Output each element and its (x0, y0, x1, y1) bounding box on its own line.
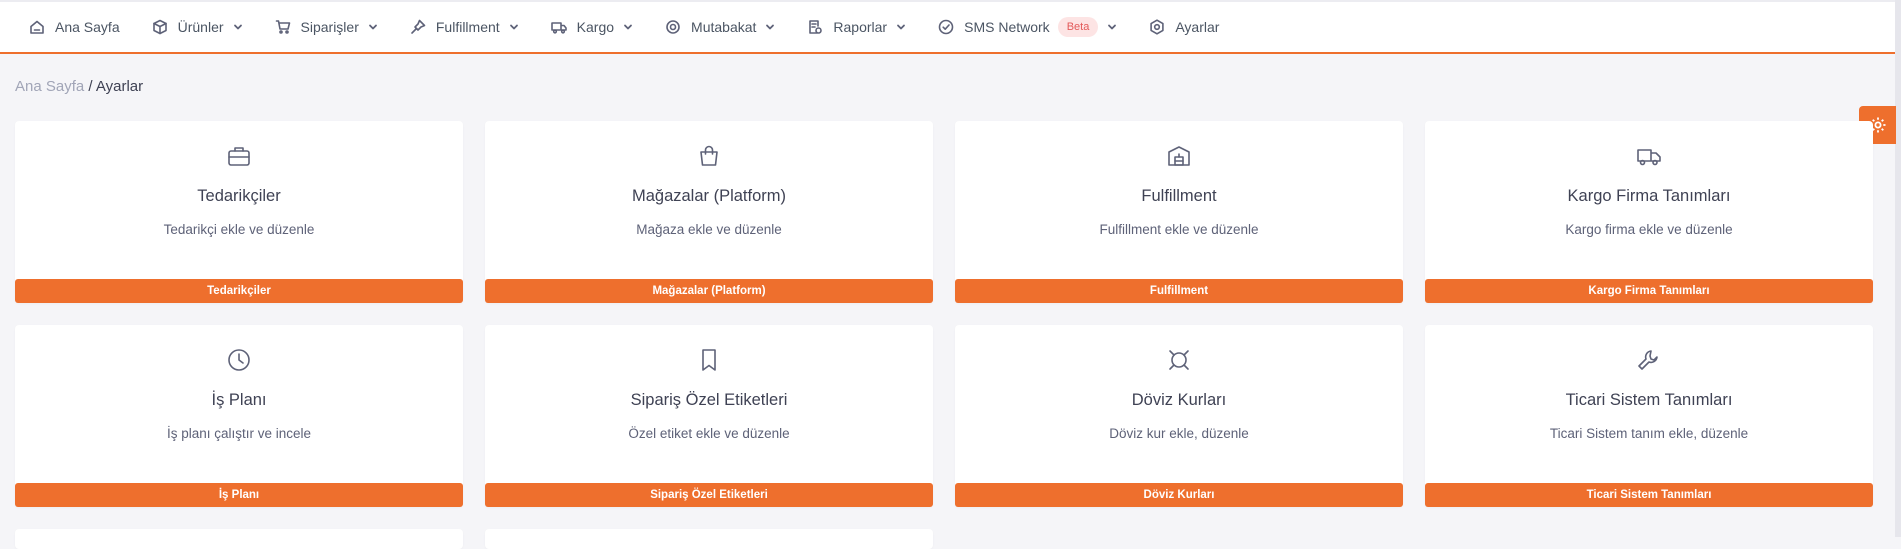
nav-reconciliation-label: Mutabakat (691, 19, 757, 35)
settings-icon (1150, 19, 1165, 35)
nav-reconciliation[interactable]: Mutabakat (665, 2, 775, 52)
card-icon-wrap (226, 143, 252, 169)
card-work-plan: İş Planı İş planı çalıştır ve incele İş … (15, 325, 463, 507)
card-partial (15, 529, 463, 549)
currency-icon (1169, 350, 1189, 370)
target-icon (666, 20, 680, 34)
card-icon-wrap (696, 143, 722, 169)
truck-icon (1637, 149, 1661, 166)
home-icon (30, 20, 44, 34)
stores-button[interactable]: Mağazalar (Platform) (485, 279, 933, 303)
chevron-down-icon (233, 24, 242, 30)
nav-reports-label: Raporlar (833, 19, 888, 35)
card-icon-wrap (1166, 347, 1192, 373)
card-title: Döviz Kurları (1131, 391, 1227, 409)
nav-sms-network-label: SMS Network (964, 19, 1050, 35)
breadcrumb-current: Ayarlar (95, 78, 144, 95)
suppliers-button[interactable]: Tedarikçiler (15, 279, 463, 303)
top-navigation: Ana Sayfa Ürünler Siparişler Fulfillment… (0, 0, 1895, 54)
nav-orders-label: Siparişler (300, 19, 359, 35)
nav-products-label: Ürünler (177, 19, 224, 35)
cargo-companies-button[interactable]: Kargo Firma Tanımları (1425, 279, 1873, 303)
card-description: İş planı çalıştır ve incele (166, 426, 312, 441)
card-order-labels: Sipariş Özel Etiketleri Özel etiket ekle… (485, 325, 933, 507)
card-description: Fulfillment ekle ve düzenle (1099, 222, 1259, 237)
check-circle-icon (938, 19, 954, 35)
cart-icon (275, 20, 290, 34)
settings-card-grid: Tedarikçiler Tedarikçi ekle ve düzenle T… (15, 121, 1873, 549)
card-title: Ticari Sistem Tanımları (1565, 391, 1733, 409)
card-description: Tedarikçi ekle ve düzenle (163, 222, 315, 237)
nav-cargo-label: Kargo (576, 19, 615, 35)
breadcrumb: Ana Sayfa / Ayarlar (15, 78, 143, 95)
fulfillment-button[interactable]: Fulfillment (955, 279, 1403, 303)
card-stores: Mağazalar (Platform) Mağaza ekle ve düze… (485, 121, 933, 303)
card-icon-wrap (226, 347, 252, 373)
commercial-systems-button[interactable]: Ticari Sistem Tanımları (1425, 483, 1873, 507)
card-description: Mağaza ekle ve düzenle (636, 222, 782, 237)
order-labels-button[interactable]: Sipariş Özel Etiketleri (485, 483, 933, 507)
nav-orders[interactable]: Siparişler (275, 2, 378, 52)
briefcase-icon (228, 147, 250, 166)
breadcrumb-home[interactable]: Ana Sayfa (15, 78, 84, 95)
wrench-icon (1638, 350, 1658, 370)
nav-home[interactable]: Ana Sayfa (29, 2, 120, 52)
exchange-rates-button[interactable]: Döviz Kurları (955, 483, 1403, 507)
truck-icon (550, 22, 567, 34)
card-fulfillment: Fulfillment Fulfillment ekle ve düzenle … (955, 121, 1403, 303)
nav-fulfillment-label: Fulfillment (435, 19, 500, 35)
nav-cargo[interactable]: Kargo (550, 2, 633, 52)
card-icon-wrap (1166, 143, 1192, 169)
clock-icon (228, 349, 250, 371)
page-scrollbar[interactable] (1895, 0, 1901, 537)
beta-badge: Beta (1057, 17, 1099, 37)
chevron-down-icon (624, 24, 632, 30)
card-title: Sipariş Özel Etiketleri (630, 391, 788, 409)
nav-home-label: Ana Sayfa (55, 19, 120, 35)
card-title: Fulfillment (1141, 187, 1217, 205)
nav-products[interactable]: Ürünler (152, 2, 243, 52)
chevron-down-icon (368, 24, 377, 30)
bookmark-icon (702, 349, 716, 371)
nav-settings[interactable]: Ayarlar (1149, 2, 1219, 52)
card-description: Döviz kur ekle, düzenle (1109, 426, 1249, 441)
card-title: Tedarikçiler (197, 187, 281, 205)
chevron-down-icon (1108, 24, 1117, 30)
breadcrumb-separator: / (84, 78, 96, 95)
card-suppliers: Tedarikçiler Tedarikçi ekle ve düzenle T… (15, 121, 463, 303)
warehouse-icon (1168, 146, 1190, 166)
work-plan-button[interactable]: İş Planı (15, 483, 463, 507)
nav-reports[interactable]: Raporlar (807, 2, 906, 52)
card-title: Kargo Firma Tanımları (1567, 187, 1731, 205)
card-commercial-systems: Ticari Sistem Tanımları Ticari Sistem ta… (1425, 325, 1873, 507)
nav-sms-network[interactable]: SMS Network Beta (938, 2, 1117, 52)
card-description: Ticari Sistem tanım ekle, düzenle (1549, 426, 1749, 441)
report-icon (809, 20, 823, 34)
card-partial (485, 529, 933, 549)
pin-icon (411, 19, 426, 34)
chevron-down-icon (509, 24, 518, 30)
shopping-bag-icon (700, 145, 718, 166)
card-exchange-rates: Döviz Kurları Döviz kur ekle, düzenle Dö… (955, 325, 1403, 507)
box-icon (152, 19, 167, 35)
nav-fulfillment[interactable]: Fulfillment (410, 2, 519, 52)
chevron-down-icon (766, 24, 775, 30)
card-cargo-companies: Kargo Firma Tanımları Kargo firma ekle v… (1425, 121, 1873, 303)
card-title: Mağazalar (Platform) (631, 187, 787, 205)
nav-settings-label: Ayarlar (1175, 19, 1220, 35)
card-title: İş Planı (211, 391, 267, 409)
card-description: Kargo firma ekle ve düzenle (1565, 222, 1733, 237)
card-icon-wrap (1636, 143, 1662, 169)
card-icon-wrap (1636, 347, 1662, 373)
chevron-down-icon (897, 24, 906, 30)
card-description: Özel etiket ekle ve düzenle (628, 426, 790, 441)
card-icon-wrap (696, 347, 722, 373)
